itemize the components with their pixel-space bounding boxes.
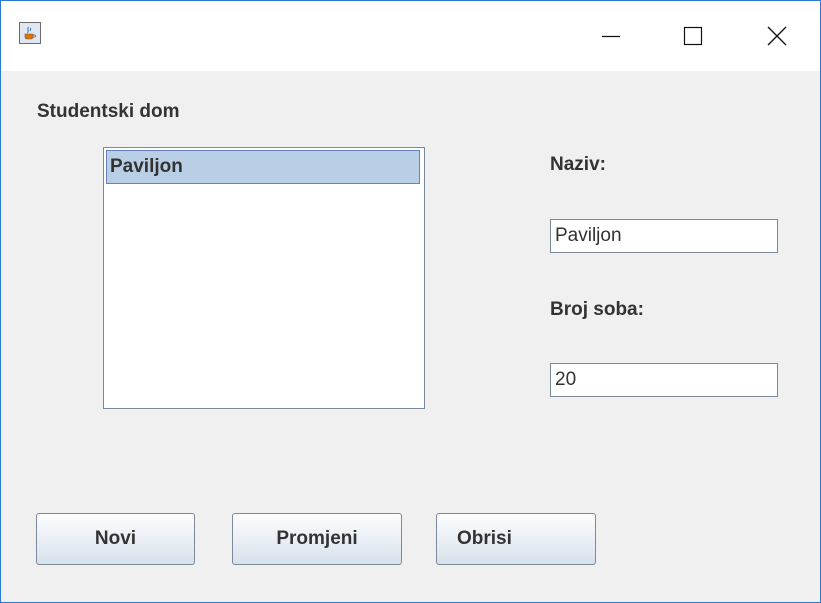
broj-soba-field[interactable] — [550, 363, 778, 397]
maximize-button[interactable] — [663, 1, 723, 71]
maximize-icon — [683, 26, 703, 46]
broj-soba-label: Broj soba: — [550, 299, 644, 320]
app-window: Studentski dom Paviljon Naziv: Broj soba… — [0, 0, 821, 603]
close-icon — [767, 26, 787, 46]
title-bar[interactable] — [1, 1, 820, 71]
java-cup-icon[interactable] — [19, 22, 41, 44]
minimize-button[interactable] — [581, 1, 641, 71]
minimize-icon — [602, 35, 620, 38]
naziv-label: Naziv: — [550, 154, 606, 175]
list-item[interactable]: Paviljon — [106, 150, 420, 184]
list-label: Studentski dom — [37, 101, 180, 122]
novi-button[interactable]: Novi — [36, 513, 195, 565]
promjeni-button[interactable]: Promjeni — [232, 513, 402, 565]
close-button[interactable] — [747, 1, 807, 71]
naziv-field[interactable] — [550, 219, 778, 253]
obrisi-button[interactable]: Obrisi — [436, 513, 596, 565]
studentski-dom-list[interactable]: Paviljon — [103, 147, 425, 409]
